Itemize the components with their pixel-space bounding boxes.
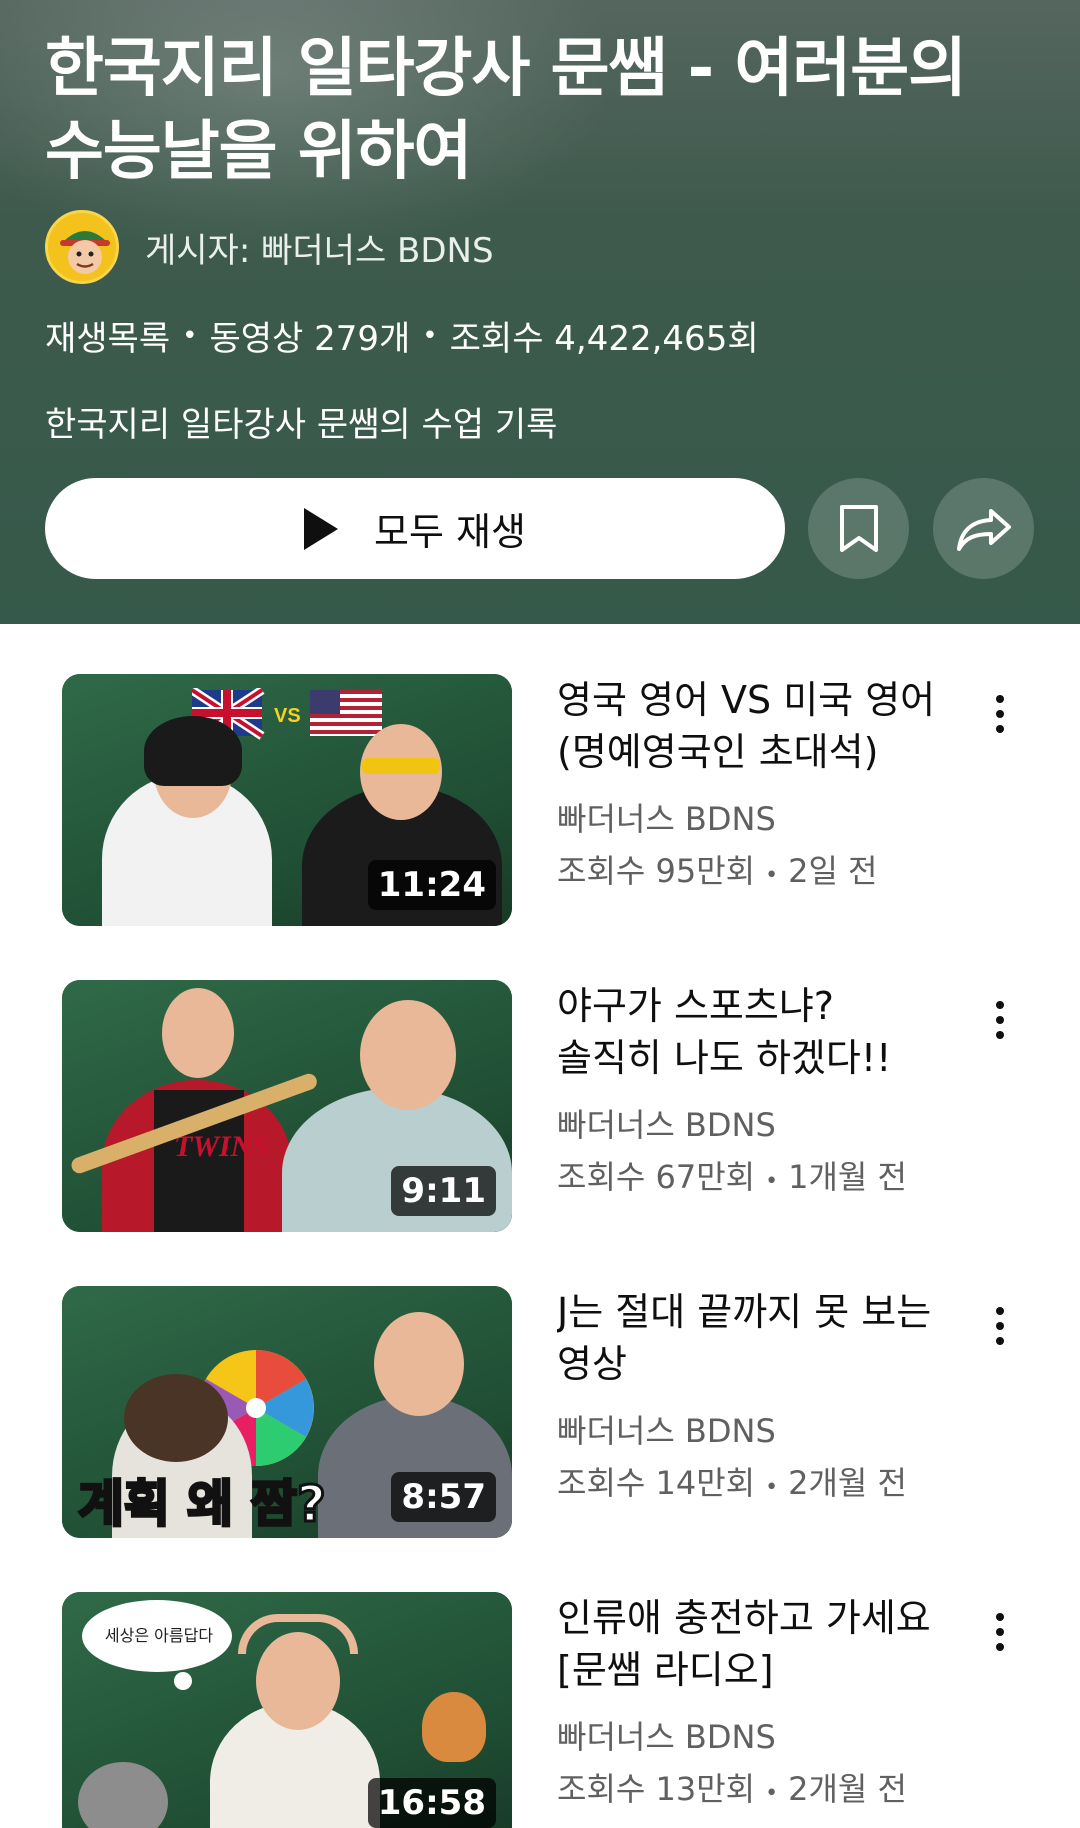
video-duration: 9:11 (391, 1166, 496, 1216)
separator-dot: • (765, 1169, 779, 1194)
playlist-video-item[interactable]: 계획 왜 짬? 8:57 J는 절대 끝까지 못 보는 영상 빠더너스 BDNS… (0, 1286, 1080, 1538)
heart-arms (238, 1614, 358, 1654)
share-icon (956, 508, 1011, 551)
video-channel[interactable]: 빠더너스 BDNS (557, 1406, 776, 1452)
person-left-hair (144, 716, 242, 786)
more-actions-button[interactable] (980, 1296, 1020, 1356)
separator-dot: • (765, 1781, 779, 1806)
owner-label[interactable]: 게시자: 빠더너스 BDNS (145, 223, 494, 272)
person-right-head (374, 1312, 464, 1416)
playlist-meta: 재생목록 • 동영상 279개 • 조회수 4,422,465회 (45, 311, 759, 360)
thumb-text: 세상은 아름답다 (104, 1626, 214, 1645)
video-thumbnail[interactable]: TWINS 9:11 (62, 980, 512, 1232)
more-actions-button[interactable] (980, 1602, 1020, 1662)
thumb-text: 계획 왜 짬? (77, 1474, 328, 1535)
video-title[interactable]: 인류애 충전하고 가세요 [문쌤 라디오] (557, 1592, 947, 1696)
video-meta: 조회수 95만회 • 2일 전 (557, 846, 878, 892)
video-count: 동영상 279개 (209, 319, 411, 359)
view-count: 조회수 4,422,465회 (449, 319, 759, 359)
avatar-icon (48, 213, 116, 281)
person-right-head (360, 1000, 456, 1110)
video-views: 조회수 67만회 (557, 1158, 756, 1196)
playlist-video-item[interactable]: 세상은 아름답다 16:58 인류애 충전하고 가세요 [문쌤 라디오] 빠더너… (0, 1592, 1080, 1828)
separator-dot: • (765, 1475, 779, 1500)
video-title[interactable]: 야구가 스포츠냐? 솔직히 나도 하겠다!! (557, 980, 947, 1084)
playlist-description: 한국지리 일타강사 문쌤의 수업 기록 (45, 405, 558, 445)
video-views: 조회수 95만회 (557, 852, 756, 890)
play-all-button[interactable]: 모두 재생 (45, 478, 785, 579)
video-age: 2일 전 (788, 852, 878, 890)
playlist-video-item[interactable]: VS 11:24 영국 영어 VS 미국 영어 (명예영국인 초대석) 빠더너스… (0, 674, 1080, 926)
video-duration: 16:58 (367, 1778, 496, 1828)
channel-avatar[interactable] (45, 210, 119, 284)
video-age: 2개월 전 (788, 1464, 907, 1502)
video-channel[interactable]: 빠더너스 BDNS (557, 1712, 776, 1758)
video-channel[interactable]: 빠더너스 BDNS (557, 794, 776, 840)
dog-graphic (422, 1692, 486, 1762)
play-icon (304, 507, 339, 550)
video-thumbnail[interactable]: VS 11:24 (62, 674, 512, 926)
video-thumbnail[interactable]: 세상은 아름답다 16:58 (62, 1592, 512, 1828)
video-views: 조회수 14만회 (557, 1464, 756, 1502)
bookmark-icon (839, 504, 878, 552)
more-actions-button[interactable] (980, 990, 1020, 1050)
playlist-video-item[interactable]: TWINS 9:11 야구가 스포츠냐? 솔직히 나도 하겠다!! 빠더너스 B… (0, 980, 1080, 1232)
thumb-text: VS (274, 705, 301, 727)
video-views: 조회수 13만회 (557, 1770, 756, 1808)
playlist-header: 한국지리 일타강사 문쌤 - 여러분의 수능날을 위하여 게시자: 빠더너스 B… (0, 0, 1080, 624)
video-title[interactable]: J는 절대 끝까지 못 보는 영상 (557, 1286, 947, 1390)
play-all-label: 모두 재생 (374, 510, 526, 554)
more-vertical-icon (996, 1307, 1004, 1345)
playlist-type: 재생목록 (45, 319, 171, 359)
video-meta: 조회수 67만회 • 1개월 전 (557, 1152, 907, 1198)
video-age: 1개월 전 (788, 1158, 907, 1196)
separator-dot: • (182, 320, 198, 351)
person-left-hair (124, 1374, 228, 1462)
playlist-owner[interactable]: 게시자: 빠더너스 BDNS (45, 210, 494, 284)
save-playlist-button[interactable] (808, 478, 909, 579)
glasses (362, 758, 440, 774)
more-vertical-icon (996, 1001, 1004, 1039)
video-duration: 11:24 (367, 860, 496, 910)
separator-dot: • (765, 863, 779, 888)
video-meta: 조회수 14만회 • 2개월 전 (557, 1458, 907, 1504)
separator-dot: • (422, 320, 438, 351)
speech-bubble-dot (174, 1672, 192, 1690)
person-left-head (162, 988, 234, 1078)
video-age: 2개월 전 (788, 1770, 907, 1808)
video-channel[interactable]: 빠더너스 BDNS (557, 1100, 776, 1146)
more-vertical-icon (996, 695, 1004, 733)
thumb-text: TWINS (174, 1130, 270, 1163)
video-title[interactable]: 영국 영어 VS 미국 영어 (명예영국인 초대석) (557, 674, 947, 778)
playlist-title: 한국지리 일타강사 문쌤 - 여러분의 수능날을 위하여 (45, 32, 967, 189)
video-duration: 8:57 (391, 1472, 496, 1522)
more-actions-button[interactable] (980, 684, 1020, 744)
video-thumbnail[interactable]: 계획 왜 짬? 8:57 (62, 1286, 512, 1538)
video-meta: 조회수 13만회 • 2개월 전 (557, 1764, 907, 1810)
share-button[interactable] (933, 478, 1034, 579)
more-vertical-icon (996, 1613, 1004, 1651)
